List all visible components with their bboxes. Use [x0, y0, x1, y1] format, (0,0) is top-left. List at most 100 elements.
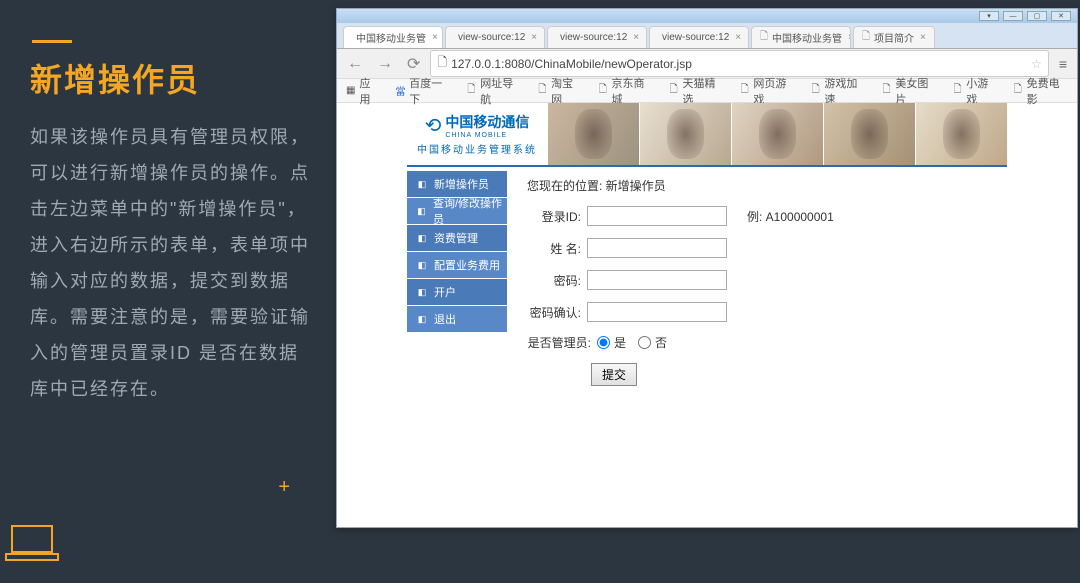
logo-text-sub: CHINA MOBILE: [445, 132, 529, 139]
menu-label: 开户: [434, 284, 456, 300]
tab-0[interactable]: 中国移动业务管 ×: [343, 26, 443, 48]
url-input[interactable]: 🗋 127.0.0.1:8080/ChinaMobile/newOperator…: [430, 50, 1048, 77]
bookmark-item[interactable]: 🗋天猫精选: [668, 75, 725, 107]
slide-description: 如果该操作员具有管理员权限，可以进行新增操作员的操作。点击左边菜单中的"新增操作…: [30, 119, 310, 407]
tab-label: 中国移动业务管: [772, 30, 842, 45]
reload-button[interactable]: ⟳: [403, 54, 424, 74]
menu-icon: ◧: [415, 231, 429, 245]
close-icon[interactable]: ×: [432, 32, 438, 43]
bookmark-label: 游戏加速: [824, 75, 866, 107]
breadcrumb: 您现在的位置: 新增操作员: [527, 171, 1007, 200]
menu-fee-manage[interactable]: ◧ 资费管理: [407, 225, 507, 252]
bookmark-label: 淘宝网: [551, 75, 583, 107]
page-content: ⟲ 中国移动通信 CHINA MOBILE 中国移动业务管理系统: [337, 103, 1077, 527]
bookmark-item[interactable]: 🗋免费电影: [1012, 75, 1069, 107]
bookmark-label: 网页游戏: [753, 75, 795, 107]
bookmark-label: 免费电影: [1027, 75, 1069, 107]
menu-query-operator[interactable]: ◧查询/修改操作员: [407, 198, 507, 225]
bookmark-label: 天猫精选: [682, 75, 724, 107]
menu-icon[interactable]: ≡: [1055, 56, 1071, 72]
window-titlebar: ▾ — ▢ ✕: [337, 9, 1077, 23]
tab-label: 中国移动业务管: [356, 30, 426, 45]
password-label: 密码:: [527, 272, 587, 289]
tab-2[interactable]: view-source:12 ×: [547, 26, 647, 48]
maximize-button[interactable]: ▢: [1027, 11, 1047, 21]
menu-open-account[interactable]: ◧开户: [407, 279, 507, 306]
login-id-label: 登录ID:: [527, 208, 587, 225]
radio-no[interactable]: [638, 336, 651, 349]
tab-5[interactable]: 🗋 项目简介 ×: [853, 26, 935, 48]
tab-4[interactable]: 🗋 中国移动业务管 ×: [751, 26, 851, 48]
title-accent: [32, 40, 72, 43]
bookmark-label: 美女图片: [895, 75, 937, 107]
star-icon[interactable]: ☆: [1031, 57, 1042, 71]
menu-label: 新增操作员: [434, 176, 489, 192]
password-input[interactable]: [587, 270, 727, 290]
login-id-hint: 例: A100000001: [747, 208, 834, 225]
bookmark-item[interactable]: 🗋京东商城: [597, 75, 654, 107]
menu-logout[interactable]: ◧ 退出: [407, 306, 507, 333]
favicon-icon: 🗋: [862, 29, 870, 46]
bookmark-item[interactable]: 🗋游戏加速: [810, 75, 867, 107]
tab-1[interactable]: view-source:12 ×: [445, 26, 545, 48]
logo-text-main: 中国移动通信: [445, 112, 529, 132]
tab-label: view-source:12: [662, 32, 729, 43]
back-button[interactable]: ←: [343, 55, 367, 73]
tab-bar: 中国移动业务管 × view-source:12 × view-source:1…: [337, 23, 1077, 49]
menu-config-fee[interactable]: ◧ 配置业务费用: [407, 252, 507, 279]
menu-icon: ◧: [415, 312, 429, 326]
bookmark-item[interactable]: 當百度一下: [395, 75, 452, 107]
apps-button[interactable]: ▦应用: [345, 75, 381, 107]
tab-3[interactable]: view-source:12 ×: [649, 26, 749, 48]
close-icon[interactable]: ×: [633, 32, 639, 43]
radio-yes-label: 是: [614, 334, 626, 351]
password-confirm-label: 密码确认:: [527, 304, 587, 321]
banner-photos: [547, 103, 1007, 165]
radio-yes[interactable]: [597, 336, 610, 349]
close-button[interactable]: ✕: [1051, 11, 1071, 21]
bookmark-item[interactable]: 🗋小游戏: [952, 75, 998, 107]
laptop-icon: [4, 522, 60, 571]
minimize-button[interactable]: —: [1003, 11, 1023, 21]
form-area: 您现在的位置: 新增操作员 登录ID: 例: A100000001 姓 名: 密…: [507, 171, 1007, 392]
side-menu: ◧ 新增操作员 ◧查询/修改操作员 ◧ 资费管理 ◧ 配置业务费用 ◧开户 ◧ 退出: [407, 171, 507, 392]
close-icon[interactable]: ×: [920, 32, 926, 43]
tab-label: view-source:12: [560, 32, 627, 43]
close-icon[interactable]: ×: [531, 32, 537, 43]
favicon-icon: 🗋: [760, 29, 768, 46]
browser-window: ▾ — ▢ ✕ 中国移动业务管 × view-source:12 × view-…: [336, 8, 1078, 528]
banner: ⟲ 中国移动通信 CHINA MOBILE 中国移动业务管理系统: [407, 103, 1007, 167]
login-id-input[interactable]: [587, 206, 727, 226]
menu-label: 资费管理: [434, 230, 478, 246]
bookmark-label: 京东商城: [612, 75, 654, 107]
url-text: 127.0.0.1:8080/ChinaMobile/newOperator.j…: [451, 57, 692, 71]
banner-photo: [915, 103, 1007, 165]
bookmark-item[interactable]: 🗋淘宝网: [537, 75, 583, 107]
tab-label: view-source:12: [458, 32, 525, 43]
system-name: 中国移动业务管理系统: [417, 141, 537, 156]
submit-button[interactable]: 提交: [591, 363, 637, 386]
bookmark-bar: ▦应用 當百度一下 🗋网址导航 🗋淘宝网 🗋京东商城 🗋天猫精选 🗋网页游戏 🗋…: [337, 79, 1077, 103]
menu-label: 查询/修改操作员: [433, 195, 507, 227]
bookmark-item[interactable]: 🗋美女图片: [881, 75, 938, 107]
menu-label: 退出: [434, 311, 456, 327]
context-help-button[interactable]: ▾: [979, 11, 999, 21]
menu-icon: ◧: [415, 177, 429, 191]
close-icon[interactable]: ×: [848, 32, 851, 43]
close-icon[interactable]: ×: [735, 32, 741, 43]
menu-add-operator[interactable]: ◧ 新增操作员: [407, 171, 507, 198]
name-input[interactable]: [587, 238, 727, 258]
bookmark-item[interactable]: 🗋网址导航: [466, 75, 523, 107]
bookmark-label: 应用: [360, 75, 381, 107]
bookmark-label: 百度一下: [409, 75, 451, 107]
radio-no-label: 否: [655, 334, 667, 351]
forward-button[interactable]: →: [373, 55, 397, 73]
menu-label: 配置业务费用: [434, 257, 500, 273]
name-label: 姓 名:: [527, 240, 587, 257]
password-confirm-input[interactable]: [587, 302, 727, 322]
menu-icon: ◧: [415, 258, 429, 272]
logo-area: ⟲ 中国移动通信 CHINA MOBILE 中国移动业务管理系统: [407, 103, 547, 165]
is-admin-label: 是否管理员:: [527, 334, 597, 351]
bookmark-item[interactable]: 🗋网页游戏: [739, 75, 796, 107]
banner-photo: [639, 103, 731, 165]
